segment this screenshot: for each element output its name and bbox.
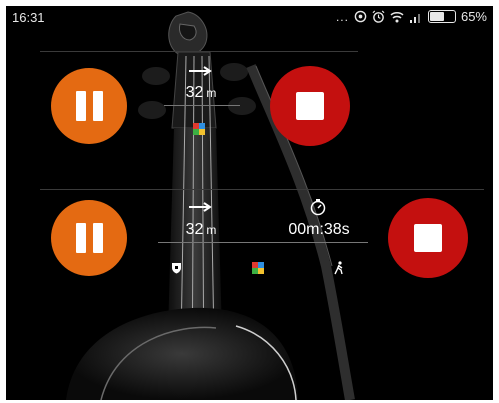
metrics-underline-bottom [158,242,368,243]
bottom-divider [40,189,484,190]
color-grid-icon [193,123,205,135]
distance-readout-top: 32 m [166,84,236,102]
color-grid-icon [252,262,264,274]
pause-button-top[interactable] [51,68,127,144]
stopwatch-icon [310,199,326,216]
stop-button-top[interactable] [270,66,350,146]
distance-unit: m [206,223,217,237]
overflow-dots: ... [335,9,349,24]
pause-icon [75,91,103,121]
pause-button-bottom[interactable] [51,200,127,276]
signal-icon [409,13,420,23]
battery-percent: 65% [460,9,487,24]
walker-icon [334,261,343,275]
top-divider [40,51,358,52]
status-time: 16:31 [12,10,45,25]
distance-underline-top [164,105,240,106]
distance-readout-bottom: 32 m [166,221,236,239]
distance-unit: m [206,86,217,100]
status-icons: ... 65% [336,9,487,24]
stop-button-bottom[interactable] [388,198,468,278]
shield-icon [172,263,181,274]
stop-icon [296,92,324,120]
pause-icon [75,223,103,253]
eye-icon [354,10,367,23]
direction-arrow-icon [189,202,212,212]
app-screen: 16:31 ... 65% 32 m 32 m 00m:38s [6,6,493,400]
distance-value: 32 [185,221,204,238]
elapsed-time-readout: 00m:38s [288,221,350,238]
distance-value: 32 [185,84,204,101]
status-bar: 16:31 ... 65% [6,6,493,30]
stop-icon [414,224,442,252]
wifi-icon [390,11,404,22]
alarm-icon [372,10,385,23]
direction-arrow-icon [189,66,212,76]
battery-icon [427,10,456,23]
